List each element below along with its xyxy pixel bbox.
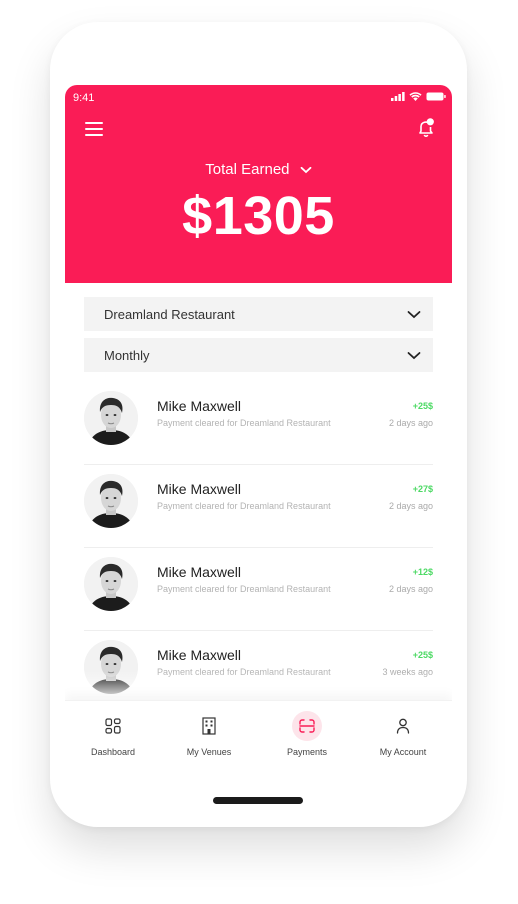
payer-name: Mike Maxwell bbox=[157, 398, 242, 414]
avatar bbox=[84, 474, 138, 528]
payments-icon bbox=[292, 711, 322, 741]
bottom-tab-bar: Dashboard My Venues Payments My Account bbox=[65, 700, 452, 761]
payment-time: 2 days ago bbox=[388, 501, 433, 511]
signal-icon bbox=[391, 92, 405, 101]
tab-my-venues[interactable]: My Venues bbox=[161, 701, 257, 761]
avatar bbox=[84, 391, 138, 445]
chevron-down-icon bbox=[300, 166, 312, 174]
payment-amount: +25$ bbox=[412, 650, 433, 660]
payment-amount: +12$ bbox=[412, 567, 433, 577]
header: 9:41 Total Earned $1305 bbox=[65, 85, 452, 283]
payment-description: Payment cleared for Dreamland Restaurant bbox=[157, 418, 331, 428]
avatar bbox=[84, 557, 138, 611]
status-time: 9:41 bbox=[73, 92, 95, 104]
dashboard-icon bbox=[98, 711, 128, 741]
payer-name: Mike Maxwell bbox=[157, 481, 242, 497]
payment-description: Payment cleared for Dreamland Restaurant bbox=[157, 501, 331, 511]
period-select[interactable]: Monthly bbox=[84, 338, 433, 372]
total-earned-label: Total Earned bbox=[205, 161, 290, 178]
payment-amount: +25$ bbox=[412, 401, 433, 411]
payment-time: 2 days ago bbox=[388, 584, 433, 594]
home-indicator bbox=[213, 797, 303, 804]
tab-payments[interactable]: Payments bbox=[259, 701, 355, 761]
total-earned-amount: $1305 bbox=[182, 186, 335, 246]
venue-select-value: Dreamland Restaurant bbox=[104, 306, 235, 322]
venue-select[interactable]: Dreamland Restaurant bbox=[84, 297, 433, 331]
status-icons bbox=[391, 92, 446, 101]
wifi-icon bbox=[409, 92, 422, 101]
notification-bell-icon[interactable] bbox=[418, 118, 434, 138]
payment-list-item[interactable]: Mike Maxwell Payment cleared for Dreamla… bbox=[84, 465, 433, 548]
tab-dashboard-label: Dashboard bbox=[90, 747, 136, 757]
payment-list-item[interactable]: Mike Maxwell Payment cleared for Dreamla… bbox=[84, 548, 433, 631]
period-select-value: Monthly bbox=[104, 347, 150, 363]
building-icon bbox=[194, 711, 224, 741]
total-earned-selector[interactable]: Total Earned bbox=[65, 161, 452, 178]
payment-amount: +27$ bbox=[412, 484, 433, 494]
menu-icon[interactable] bbox=[85, 122, 103, 136]
payment-description: Payment cleared for Dreamland Restaurant bbox=[157, 584, 331, 594]
chevron-down-icon bbox=[407, 351, 421, 359]
app-screen: 9:41 Total Earned $1305 Dreamland Restau… bbox=[65, 85, 452, 761]
payment-list-item[interactable]: Mike Maxwell Payment cleared for Dreamla… bbox=[84, 382, 433, 465]
tab-dashboard[interactable]: Dashboard bbox=[65, 701, 161, 761]
payment-time: 2 days ago bbox=[388, 418, 433, 428]
user-icon bbox=[388, 711, 418, 741]
list-fade bbox=[65, 671, 452, 701]
tab-my-venues-label: My Venues bbox=[186, 747, 232, 757]
chevron-down-icon bbox=[407, 310, 421, 318]
payer-name: Mike Maxwell bbox=[157, 647, 242, 663]
tab-my-account-label: My Account bbox=[379, 747, 427, 757]
battery-icon bbox=[426, 92, 446, 101]
tab-my-account[interactable]: My Account bbox=[355, 701, 451, 761]
payer-name: Mike Maxwell bbox=[157, 564, 242, 580]
tab-payments-label: Payments bbox=[286, 747, 328, 757]
